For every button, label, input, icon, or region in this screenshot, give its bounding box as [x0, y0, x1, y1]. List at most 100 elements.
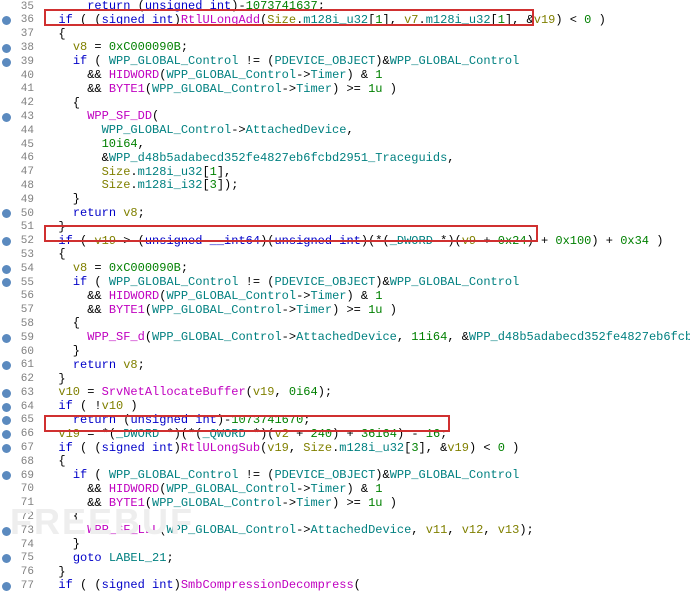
code-content[interactable]: { — [36, 248, 690, 262]
code-line[interactable]: 75 goto LABEL_21; — [0, 552, 690, 566]
code-line[interactable]: 63 v10 = SrvNetAllocateBuffer(v19, 0i64)… — [0, 386, 690, 400]
code-line[interactable]: 48 Size.m128i_i32[3]); — [0, 179, 690, 193]
code-content[interactable]: 10i64, — [36, 138, 690, 152]
code-content[interactable]: } — [36, 193, 690, 207]
code-content[interactable]: && HIDWORD(WPP_GLOBAL_Control->Timer) & … — [36, 69, 690, 83]
gutter[interactable]: 36 — [0, 14, 36, 27]
breakpoint-marker[interactable] — [2, 403, 11, 412]
code-content[interactable]: v8 = 0xC000090B; — [36, 41, 690, 55]
code-content[interactable]: v19 = *(_DWORD *)(*(_QWORD *)(v2 + 240) … — [36, 428, 690, 442]
code-content[interactable]: && BYTE1(WPP_GLOBAL_Control->Timer) >= 1… — [36, 83, 690, 97]
code-content[interactable]: &WPP_d48b5adabecd352fe4827eb6fcbd2951_Tr… — [36, 152, 690, 166]
breakpoint-marker[interactable] — [2, 306, 11, 315]
code-line[interactable]: 51 } — [0, 221, 690, 235]
code-content[interactable]: } — [36, 221, 690, 235]
breakpoint-marker[interactable] — [2, 237, 11, 246]
code-line[interactable]: 67 if ( (signed int)RtlULongSub(v19, Siz… — [0, 442, 690, 456]
code-line[interactable]: 42 { — [0, 97, 690, 111]
code-content[interactable]: Size.m128i_u32[1], — [36, 166, 690, 180]
code-content[interactable]: && HIDWORD(WPP_GLOBAL_Control->Timer) & … — [36, 290, 690, 304]
code-content[interactable]: v8 = 0xC000090B; — [36, 262, 690, 276]
gutter[interactable]: 45 — [0, 139, 36, 152]
breakpoint-marker[interactable] — [2, 278, 11, 287]
code-line[interactable]: 40 && HIDWORD(WPP_GLOBAL_Control->Timer)… — [0, 69, 690, 83]
breakpoint-marker[interactable] — [2, 127, 11, 136]
breakpoint-marker[interactable] — [2, 347, 11, 356]
gutter[interactable]: 38 — [0, 42, 36, 55]
breakpoint-marker[interactable] — [2, 458, 11, 467]
breakpoint-marker[interactable] — [2, 361, 11, 370]
code-line[interactable]: 56 && HIDWORD(WPP_GLOBAL_Control->Timer)… — [0, 290, 690, 304]
breakpoint-marker[interactable] — [2, 485, 11, 494]
gutter[interactable]: 62 — [0, 373, 36, 386]
gutter[interactable]: 74 — [0, 539, 36, 552]
gutter[interactable]: 65 — [0, 414, 36, 427]
code-content[interactable]: { — [36, 97, 690, 111]
gutter[interactable]: 76 — [0, 566, 36, 579]
breakpoint-marker[interactable] — [2, 375, 11, 384]
gutter[interactable]: 53 — [0, 249, 36, 262]
code-line[interactable]: 57 && BYTE1(WPP_GLOBAL_Control->Timer) >… — [0, 304, 690, 318]
code-content[interactable]: WPP_GLOBAL_Control->AttachedDevice, — [36, 124, 690, 138]
code-line[interactable]: 53 { — [0, 248, 690, 262]
code-content[interactable]: { — [36, 317, 690, 331]
breakpoint-marker[interactable] — [2, 568, 11, 577]
breakpoint-marker[interactable] — [2, 140, 11, 149]
code-content[interactable]: && HIDWORD(WPP_GLOBAL_Control->Timer) & … — [36, 483, 690, 497]
code-content[interactable]: if ( WPP_GLOBAL_Control != (PDEVICE_OBJE… — [36, 469, 690, 483]
code-line[interactable]: 58 { — [0, 317, 690, 331]
breakpoint-marker[interactable] — [2, 540, 11, 549]
breakpoint-marker[interactable] — [2, 16, 11, 25]
code-content[interactable]: } — [36, 538, 690, 552]
breakpoint-marker[interactable] — [2, 416, 11, 425]
code-line[interactable]: 52 if ( v19 > (unsigned __int64)(unsigne… — [0, 235, 690, 249]
gutter[interactable]: 50 — [0, 208, 36, 221]
breakpoint-marker[interactable] — [2, 554, 11, 563]
gutter[interactable]: 39 — [0, 56, 36, 69]
code-content[interactable]: return v8; — [36, 359, 690, 373]
gutter[interactable]: 56 — [0, 290, 36, 303]
breakpoint-marker[interactable] — [2, 196, 11, 205]
gutter[interactable]: 70 — [0, 483, 36, 496]
code-content[interactable]: if ( (signed int)RtlULongAdd(Size.m128i_… — [36, 14, 690, 28]
breakpoint-marker[interactable] — [2, 513, 11, 522]
breakpoint-marker[interactable] — [2, 527, 11, 536]
code-line[interactable]: 41 && BYTE1(WPP_GLOBAL_Control->Timer) >… — [0, 83, 690, 97]
code-content[interactable]: && BYTE1(WPP_GLOBAL_Control->Timer) >= 1… — [36, 497, 690, 511]
gutter[interactable]: 49 — [0, 194, 36, 207]
code-content[interactable]: if ( WPP_GLOBAL_Control != (PDEVICE_OBJE… — [36, 276, 690, 290]
breakpoint-marker[interactable] — [2, 223, 11, 232]
code-line[interactable]: 45 10i64, — [0, 138, 690, 152]
breakpoint-marker[interactable] — [2, 444, 11, 453]
breakpoint-marker[interactable] — [2, 320, 11, 329]
gutter[interactable]: 42 — [0, 97, 36, 110]
code-content[interactable]: return (unsigned int)-1073741670; — [36, 414, 690, 428]
code-line[interactable]: 64 if ( !v10 ) — [0, 400, 690, 414]
breakpoint-marker[interactable] — [2, 168, 11, 177]
code-line[interactable]: 76 } — [0, 566, 690, 580]
gutter[interactable]: 68 — [0, 456, 36, 469]
gutter[interactable]: 47 — [0, 166, 36, 179]
code-content[interactable]: WPP_SF_d(WPP_GLOBAL_Control->AttachedDev… — [36, 331, 690, 345]
code-editor[interactable]: 35 return (unsigned int)-1073741637;36 i… — [0, 0, 690, 593]
breakpoint-marker[interactable] — [2, 30, 11, 39]
breakpoint-marker[interactable] — [2, 499, 11, 508]
code-content[interactable]: && BYTE1(WPP_GLOBAL_Control->Timer) >= 1… — [36, 304, 690, 318]
code-content[interactable]: Size.m128i_i32[3]); — [36, 179, 690, 193]
code-line[interactable]: 71 && BYTE1(WPP_GLOBAL_Control->Timer) >… — [0, 497, 690, 511]
code-content[interactable]: } — [36, 566, 690, 580]
code-line[interactable]: 59 WPP_SF_d(WPP_GLOBAL_Control->Attached… — [0, 331, 690, 345]
breakpoint-marker[interactable] — [2, 99, 11, 108]
gutter[interactable]: 75 — [0, 552, 36, 565]
breakpoint-marker[interactable] — [2, 58, 11, 67]
code-content[interactable]: goto LABEL_21; — [36, 552, 690, 566]
gutter[interactable]: 46 — [0, 152, 36, 165]
breakpoint-marker[interactable] — [2, 471, 11, 480]
code-content[interactable]: v10 = SrvNetAllocateBuffer(v19, 0i64); — [36, 386, 690, 400]
code-line[interactable]: 60 } — [0, 345, 690, 359]
code-line[interactable]: 38 v8 = 0xC000090B; — [0, 41, 690, 55]
gutter[interactable]: 67 — [0, 442, 36, 455]
code-content[interactable]: } — [36, 345, 690, 359]
gutter[interactable]: 61 — [0, 359, 36, 372]
code-content[interactable]: { — [36, 510, 690, 524]
